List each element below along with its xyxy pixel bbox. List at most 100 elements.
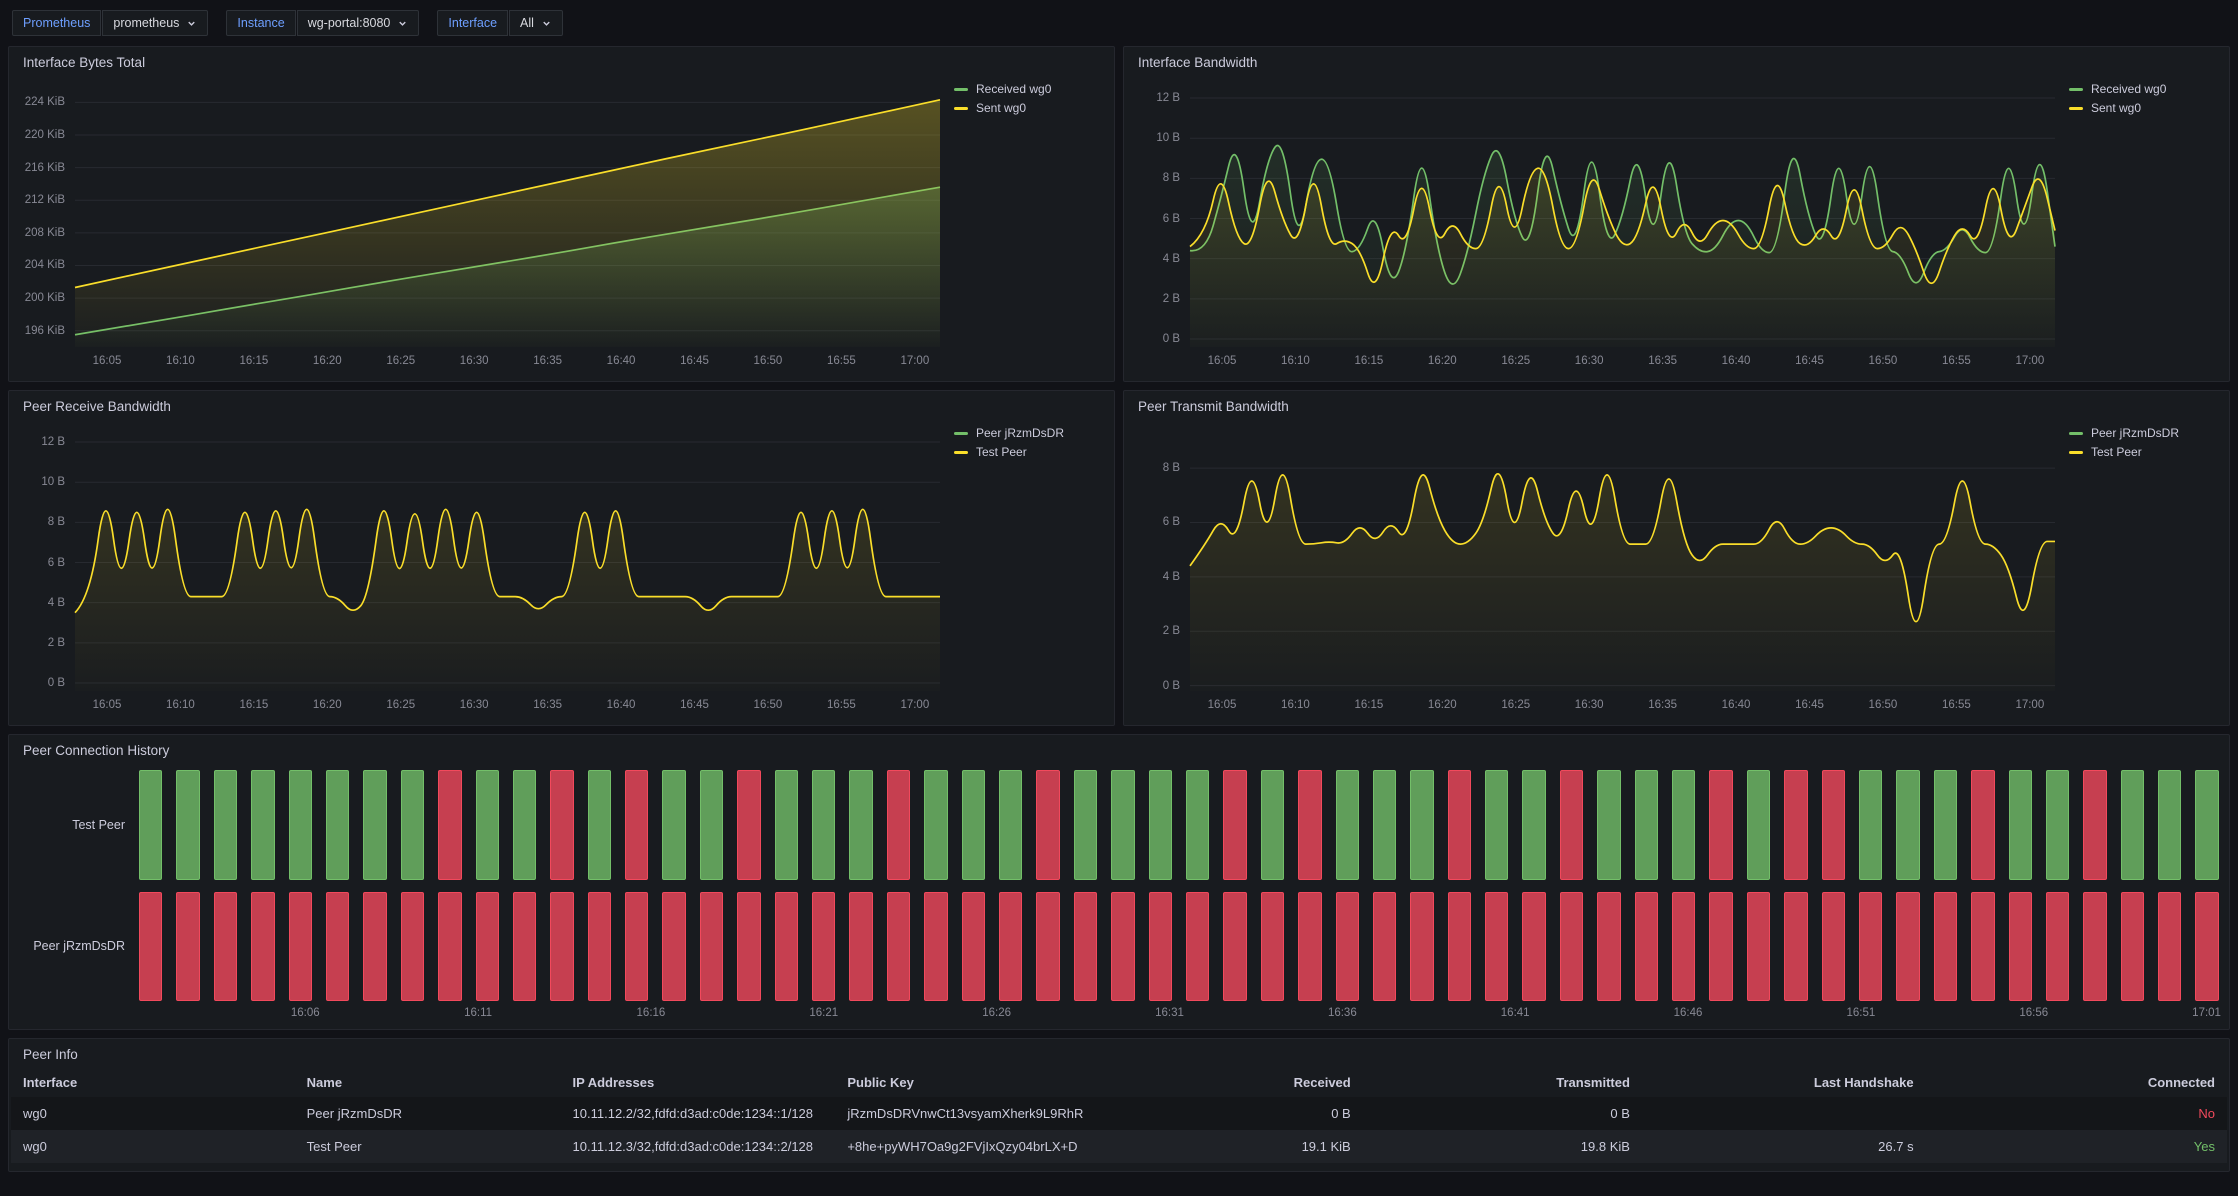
y-axis-tick-label: 6 B: [1163, 213, 1180, 225]
column-header-received[interactable]: Received: [1112, 1068, 1362, 1097]
state-bar-disconnected: [476, 892, 499, 1002]
state-bar-connected: [849, 770, 872, 880]
state-bar-connected: [962, 770, 985, 880]
legend-series-swatch: [954, 107, 968, 110]
state-bar-disconnected: [1373, 892, 1396, 1002]
legend-item[interactable]: Received wg0: [954, 82, 1051, 96]
legend-item[interactable]: Test Peer: [954, 445, 1027, 459]
x-axis-tick-label: 17:00: [900, 355, 929, 367]
state-bar-disconnected: [513, 892, 536, 1002]
variable-value-dropdown[interactable]: wg-portal:8080: [297, 10, 420, 36]
column-header-public-key[interactable]: Public Key: [835, 1068, 1112, 1097]
state-bar-disconnected: [326, 892, 349, 1002]
panel-title[interactable]: Interface Bytes Total: [9, 47, 1114, 74]
y-axis-tick-label: 12 B: [1156, 92, 1180, 104]
time-series-chart: 224 KiB220 KiB216 KiB212 KiB208 KiB204 K…: [17, 76, 946, 375]
x-axis-tick-label: 16:15: [239, 699, 268, 711]
column-header-ip-addresses[interactable]: IP Addresses: [561, 1068, 836, 1097]
legend-item[interactable]: Sent wg0: [2069, 101, 2141, 115]
column-header-last-handshake[interactable]: Last Handshake: [1642, 1068, 1926, 1097]
state-bar-connected: [251, 770, 274, 880]
legend-item[interactable]: Received wg0: [2069, 82, 2166, 96]
x-axis-tick-label: 16:50: [754, 355, 783, 367]
panel-title[interactable]: Peer Transmit Bandwidth: [1124, 391, 2229, 418]
state-bar-connected: [289, 770, 312, 880]
x-axis-tick-label: 16:06: [291, 1007, 320, 1019]
state-bar-disconnected: [1635, 892, 1658, 1002]
x-axis-tick-label: 16:15: [1354, 355, 1383, 367]
panel-peer-transmit-bandwidth: Peer Transmit Bandwidth 8 B6 B4 B2 B0 B1…: [1123, 390, 2230, 726]
table-cell-transmitted: 0 B: [1363, 1097, 1642, 1130]
legend-series-name: Received wg0: [976, 82, 1051, 96]
y-axis-tick-label: 220 KiB: [25, 129, 65, 141]
y-axis-tick-label: 0 B: [1163, 333, 1180, 345]
variable-value-dropdown[interactable]: prometheus: [102, 10, 208, 36]
column-header-name[interactable]: Name: [295, 1068, 561, 1097]
variable-value-dropdown[interactable]: All: [509, 10, 563, 36]
state-bar-disconnected: [139, 892, 162, 1002]
state-bar-connected: [2121, 770, 2144, 880]
state-bar-disconnected: [662, 892, 685, 1002]
legend-series-swatch: [954, 88, 968, 91]
x-axis-tick-label: 16:45: [1795, 355, 1824, 367]
panel-interface-bandwidth: Interface Bandwidth 12 B10 B8 B6 B4 B2 B…: [1123, 46, 2230, 382]
chart-legend: Received wg0 Sent wg0: [946, 76, 1104, 375]
x-axis-tick-label: 16:25: [1501, 699, 1530, 711]
state-bar-disconnected: [2046, 892, 2069, 1002]
state-timeline-rows: Test PeerPeer jRzmDsDR: [13, 766, 2219, 1001]
panel-title[interactable]: Peer Connection History: [9, 735, 2229, 762]
panel-row-1: Interface Bytes Total 224 KiB220 KiB216 …: [8, 46, 2230, 382]
column-header-transmitted[interactable]: Transmitted: [1363, 1068, 1642, 1097]
legend-item[interactable]: Sent wg0: [954, 101, 1026, 115]
table-cell-ip-addresses: 10.11.12.2/32,fdfd:d3ad:c0de:1234::1/128: [561, 1097, 836, 1130]
state-bar-disconnected: [251, 892, 274, 1002]
chart-plot-area[interactable]: 12 B10 B8 B6 B4 B2 B0 B16:0516:1016:1516…: [1190, 86, 2055, 347]
x-axis-tick-label: 16:40: [1722, 355, 1751, 367]
panel-title[interactable]: Peer Receive Bandwidth: [9, 391, 1114, 418]
state-timeline: Test PeerPeer jRzmDsDR 16:0616:1116:1616…: [9, 762, 2229, 1029]
panel-peer-info: Peer Info InterfaceNameIP AddressesPubli…: [8, 1038, 2230, 1172]
table-cell-received: 19.1 KiB: [1112, 1130, 1362, 1163]
peer-info-table: InterfaceNameIP AddressesPublic KeyRecei…: [11, 1068, 2227, 1163]
state-bar-disconnected: [1971, 892, 1994, 1002]
state-bar-disconnected: [775, 892, 798, 1002]
state-bar-disconnected: [625, 892, 648, 1002]
state-bar-disconnected: [887, 892, 910, 1002]
panel-title[interactable]: Peer Info: [9, 1039, 2229, 1066]
legend-item[interactable]: Peer jRzmDsDR: [2069, 426, 2179, 440]
chart-plot-area[interactable]: 12 B10 B8 B6 B4 B2 B0 B16:0516:1016:1516…: [75, 430, 940, 691]
chart-plot-area[interactable]: 224 KiB220 KiB216 KiB212 KiB208 KiB204 K…: [75, 86, 940, 347]
y-axis-tick-label: 4 B: [48, 597, 65, 609]
state-bar-disconnected: [1747, 892, 1770, 1002]
x-axis-tick-label: 16:10: [1281, 355, 1310, 367]
x-axis-tick-label: 16:30: [460, 699, 489, 711]
legend-item[interactable]: Test Peer: [2069, 445, 2142, 459]
timeline-row-label: Test Peer: [13, 770, 139, 880]
y-axis-tick-label: 2 B: [1163, 293, 1180, 305]
timeline-bars: [139, 770, 2219, 880]
panel-peer-connection-history: Peer Connection History Test PeerPeer jR…: [8, 734, 2230, 1030]
variable-interface: Interface All: [437, 10, 563, 36]
column-header-interface[interactable]: Interface: [11, 1068, 295, 1097]
state-bar-connected: [1149, 770, 1172, 880]
state-bar-disconnected: [1111, 892, 1134, 1002]
state-bar-disconnected: [1971, 770, 1994, 880]
x-axis-tick-label: 16:25: [386, 355, 415, 367]
legend-series-name: Test Peer: [2091, 445, 2142, 459]
table-cell-connected: No: [1926, 1097, 2227, 1130]
y-axis-tick-label: 204 KiB: [25, 259, 65, 271]
legend-item[interactable]: Peer jRzmDsDR: [954, 426, 1064, 440]
chevron-down-icon: [397, 18, 408, 29]
legend-series-name: Peer jRzmDsDR: [976, 426, 1064, 440]
state-bar-connected: [1186, 770, 1209, 880]
state-bar-disconnected: [1261, 892, 1284, 1002]
state-bar-disconnected: [1522, 892, 1545, 1002]
panel-title[interactable]: Interface Bandwidth: [1124, 47, 2229, 74]
y-axis-tick-label: 0 B: [1163, 680, 1180, 692]
column-header-connected[interactable]: Connected: [1926, 1068, 2227, 1097]
x-axis-tick-label: 16:21: [809, 1007, 838, 1019]
table-body: wg0Peer jRzmDsDR10.11.12.2/32,fdfd:d3ad:…: [11, 1097, 2227, 1163]
x-axis-tick-label: 16:30: [1575, 355, 1604, 367]
state-bar-connected: [1635, 770, 1658, 880]
chart-plot-area[interactable]: 8 B6 B4 B2 B0 B16:0516:1016:1516:2016:25…: [1190, 430, 2055, 691]
